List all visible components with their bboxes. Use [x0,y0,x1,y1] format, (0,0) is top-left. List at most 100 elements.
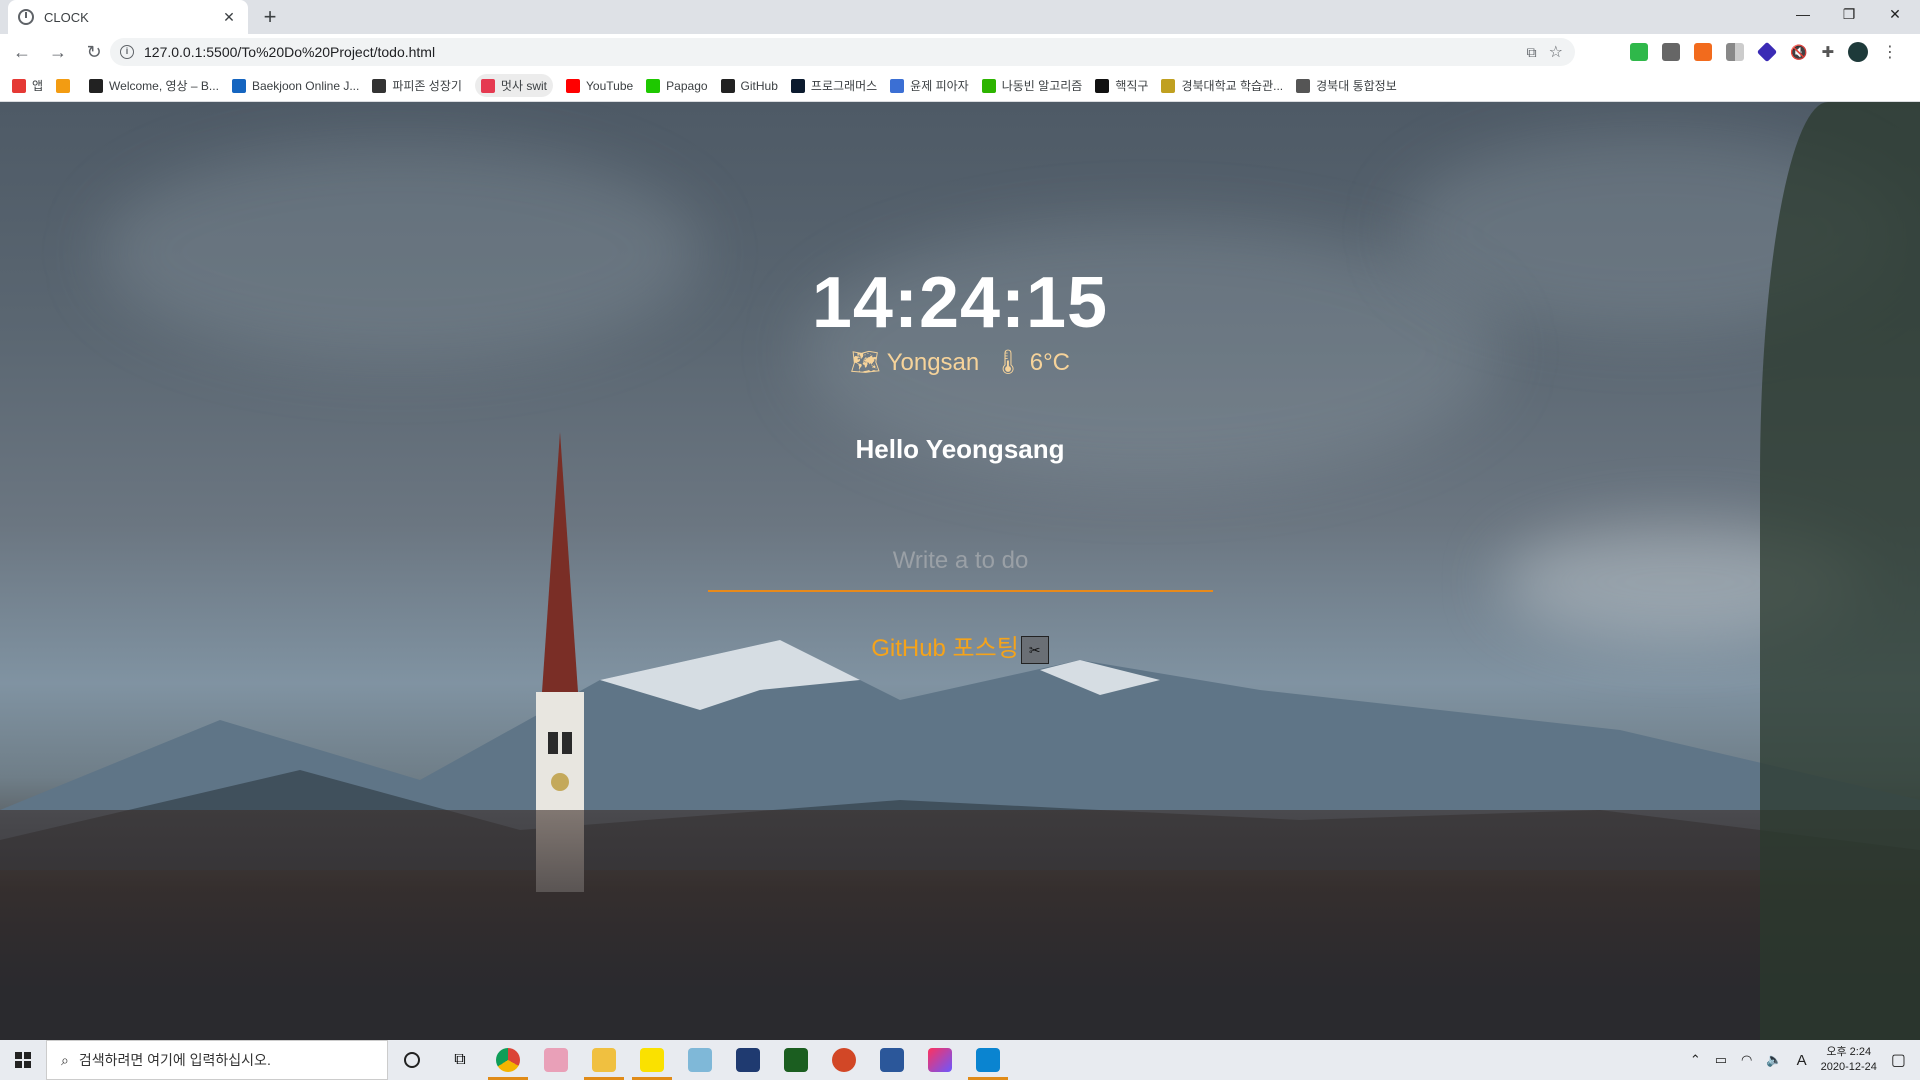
bookmark-item[interactable]: 경북대 통합정보 [1296,77,1397,94]
forward-arrow-icon[interactable]: → [44,38,72,66]
new-tab-button[interactable]: + [258,5,282,29]
bookmark-label: 경북대 통합정보 [1316,79,1397,93]
bookmark-item[interactable]: 앱 [12,77,43,94]
ime-indicator[interactable]: A [1797,1052,1807,1069]
bookmark-label: Baekjoon Online J... [251,78,360,93]
site-info-icon[interactable]: i [120,45,134,59]
extension-info-icon[interactable] [1662,43,1680,61]
volume-icon[interactable]: 🔈 [1766,1052,1782,1068]
close-tab-icon[interactable]: ✕ [220,9,238,26]
dots-icon [372,78,387,93]
bookmark-label: YouTube [586,78,634,93]
bookmark-label: 나동빈 알고리즘 [1001,79,1083,93]
extension-green-icon[interactable] [1630,43,1648,61]
bookmark-item[interactable]: Papago [646,78,708,93]
back-arrow-icon[interactable]: ← [8,38,36,66]
knu-icon [1161,78,1176,93]
devcpp-icon[interactable] [724,1040,772,1080]
location-text: Yongsan [886,349,980,376]
word-icon[interactable] [868,1040,916,1080]
tab-strip: CLOCK ✕ + — ❐ ✕ [0,0,1920,34]
browser-tab[interactable]: CLOCK ✕ [8,0,248,34]
file-explorer-icon[interactable] [580,1040,628,1080]
bookmark-item[interactable]: 프로그래머스 [790,77,878,94]
profile-avatar[interactable] [1848,42,1869,62]
bookmark-item[interactable]: Welcome, 영상 – B... [89,77,219,94]
bookmark-label: GitHub [740,78,778,93]
youtube-icon [566,78,581,93]
code-icon [231,78,246,93]
bookmark-item[interactable]: 파피존 성장기 [372,77,462,94]
extension-bars-icon[interactable] [1726,43,1744,61]
taskbar-search-placeholder: 검색하려면 여기에 입력하십시오. [78,1052,271,1068]
bookmark-label: 앱 [32,79,44,93]
bookmark-item[interactable]: 핵직구 [1095,77,1148,94]
puzzle-icon[interactable]: ✚ [1821,43,1834,61]
mute-icon[interactable]: 🔇 [1790,44,1807,61]
bookmark-item[interactable] [56,78,76,93]
system-tray: ⌃ ▭ ◠ 🔈 A 오후 2:24 2020-12-24 ▢ [1690,1040,1920,1080]
s-app-icon[interactable] [772,1040,820,1080]
wifi-icon[interactable]: ◠ [1741,1052,1752,1068]
address-bar[interactable]: i 127.0.0.1:5500/To%20Do%20Project/todo.… [110,38,1575,66]
notepad-icon[interactable] [676,1040,724,1080]
heart-icon [480,78,495,93]
minimize-window-button[interactable]: — [1780,0,1826,30]
extension-rx-icon[interactable] [1694,43,1712,61]
kakaotalk-icon[interactable] [628,1040,676,1080]
bookmark-label: Papago [666,78,708,93]
snipping-tool-icon[interactable] [532,1040,580,1080]
greeting-text: Hello Yeongsang [855,434,1065,464]
powerpoint-icon[interactable] [820,1040,868,1080]
apps-grid-icon [12,78,26,93]
weather-info: 🗺 Yongsan 🌡 6°C [0,348,1920,377]
bookmark-item[interactable]: GitHub [720,78,778,93]
task-view-icon[interactable]: ⧉ [436,1040,484,1080]
pine-tree-right [1760,102,1920,1040]
h-icon [1095,78,1110,93]
battery-icon[interactable]: ▭ [1715,1052,1727,1068]
papago-icon [646,78,661,93]
bookmark-item[interactable]: 윤제 피아자 [890,77,969,94]
github-icon [720,78,735,93]
close-window-button[interactable]: ✕ [1872,0,1918,30]
cortana-icon[interactable] [388,1040,436,1080]
bookmark-item[interactable]: 경북대학교 학습관... [1161,77,1283,94]
notification-icon[interactable]: ▢ [1891,1050,1906,1070]
bookmark-label: Welcome, 영상 – B... [109,79,219,93]
todo-list-item: GitHub 포스팅 ✂ [0,628,1920,664]
reload-icon[interactable]: ↻ [80,38,108,66]
windows-logo-icon [15,1052,31,1068]
show-hidden-icons-icon[interactable]: ⌃ [1690,1052,1701,1068]
search-icon: ⌕ [61,1051,69,1068]
todo-text: GitHub 포스팅 [871,635,1019,662]
bookmark-label: 윤제 피아자 [910,79,969,93]
bookmark-item[interactable]: YouTube [566,78,634,93]
todo-input[interactable] [708,532,1213,592]
bookmark-label: 프로그래머스 [810,79,878,93]
taskbar-date: 2020-12-24 [1820,1061,1877,1073]
taskbar-time: 오후 2:24 [1826,1046,1872,1058]
p-icon [890,78,905,93]
taskbar-search-input[interactable]: ⌕ 검색하려면 여기에 입력하십시오. [46,1040,388,1080]
bookmark-star-icon[interactable]: ☆ [1549,42,1563,62]
vscode-icon[interactable] [964,1040,1012,1080]
bookmark-item[interactable]: 멋사 swit [474,74,554,97]
intellij-icon[interactable] [916,1040,964,1080]
globe-icon [1296,78,1311,93]
delete-todo-button[interactable]: ✂ [1020,635,1049,664]
bookmark-item[interactable]: 나동빈 알고리즘 [981,77,1083,94]
chrome-taskbar-icon[interactable] [484,1040,532,1080]
translate-icon[interactable]: ⧉ [1527,44,1537,61]
extension-diamond-icon[interactable] [1756,41,1778,63]
windows-start-button[interactable] [0,1040,46,1080]
taskbar-clock[interactable]: 오후 2:24 2020-12-24 [1821,1045,1877,1075]
cloud-icon [56,78,71,93]
windows-taskbar: ⌕ 검색하려면 여기에 입력하십시오. ⧉ ⌃ ▭ ◠ 🔈 A 오후 2:24 … [0,1040,1920,1080]
map-icon: 🗺 [849,349,881,376]
bookmark-label: 멋사 swit [500,79,548,93]
restore-window-button[interactable]: ❐ [1826,0,1872,30]
menu-dots-icon[interactable]: ⋮ [1882,42,1898,62]
page-favicon-icon [18,9,34,25]
bookmark-item[interactable]: Baekjoon Online J... [231,78,360,93]
